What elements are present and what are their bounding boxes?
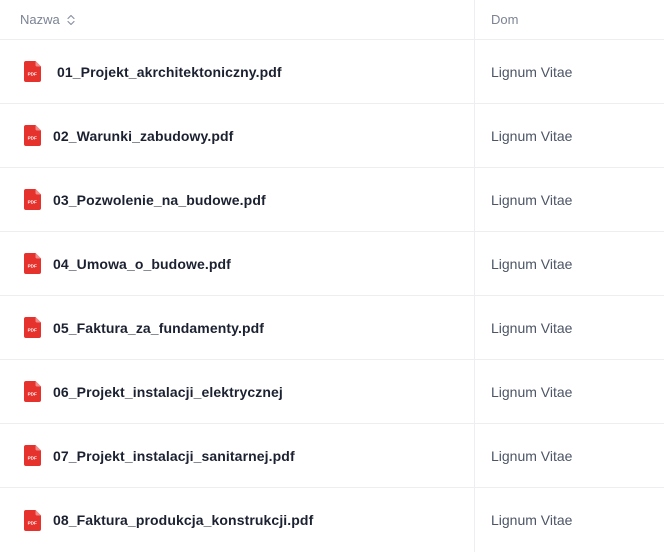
column-header-name[interactable]: Nazwa: [0, 0, 475, 39]
table-row[interactable]: PDF 07_Projekt_instalacji_sanitarnej.pdf L…: [0, 424, 664, 488]
pdf-file-icon: PDF: [24, 189, 41, 210]
svg-text:PDF: PDF: [28, 136, 37, 141]
file-name-cell[interactable]: PDF 05_Faktura_za_fundamenty.pdf: [0, 296, 475, 359]
dom-value: Lignum Vitae: [491, 319, 573, 336]
file-name[interactable]: 08_Faktura_produkcja_konstrukcji.pdf: [53, 512, 313, 528]
dom-cell: Lignum Vitae: [475, 296, 664, 359]
dom-cell: Lignum Vitae: [475, 488, 664, 552]
table-row[interactable]: PDF 05_Faktura_za_fundamenty.pdf Lignum Vi…: [0, 296, 664, 360]
svg-text:PDF: PDF: [28, 72, 37, 77]
table-row[interactable]: PDF 02_Warunki_zabudowy.pdf Lignum Vitae: [0, 104, 664, 168]
file-name-cell[interactable]: PDF 06_Projekt_instalacji_elektrycznej: [0, 360, 475, 423]
dom-value: Lignum Vitae: [491, 191, 573, 208]
dom-cell: Lignum Vitae: [475, 232, 664, 295]
pdf-file-icon: PDF: [24, 125, 41, 146]
file-name-cell[interactable]: PDF 01_Projekt_akrchitektoniczny.pdf: [0, 40, 475, 103]
dom-value: Lignum Vitae: [491, 255, 573, 272]
table-row[interactable]: PDF 01_Projekt_akrchitektoniczny.pdf Lign…: [0, 40, 664, 104]
table-row[interactable]: PDF 06_Projekt_instalacji_elektrycznej Lig…: [0, 360, 664, 424]
dom-cell: Lignum Vitae: [475, 40, 664, 103]
dom-value: Lignum Vitae: [491, 447, 573, 464]
file-name-cell[interactable]: PDF 03_Pozwolenie_na_budowe.pdf: [0, 168, 475, 231]
pdf-file-icon: PDF: [24, 445, 41, 466]
file-name[interactable]: 03_Pozwolenie_na_budowe.pdf: [53, 192, 266, 208]
table-row[interactable]: PDF 08_Faktura_produkcja_konstrukcji.pdf L…: [0, 488, 664, 552]
file-name-cell[interactable]: PDF 07_Projekt_instalacji_sanitarnej.pdf: [0, 424, 475, 487]
svg-text:PDF: PDF: [28, 520, 37, 525]
column-header-dom[interactable]: Dom: [475, 0, 664, 39]
dom-cell: Lignum Vitae: [475, 168, 664, 231]
file-name[interactable]: 06_Projekt_instalacji_elektrycznej: [53, 384, 283, 400]
dom-value: Lignum Vitae: [491, 127, 573, 144]
dom-cell: Lignum Vitae: [475, 104, 664, 167]
table-row[interactable]: PDF 03_Pozwolenie_na_budowe.pdf Lignum Vit…: [0, 168, 664, 232]
pdf-file-icon: PDF: [24, 61, 41, 82]
files-table: Nazwa Dom PDF 01_Projekt_akrchitektonicz…: [0, 0, 664, 558]
svg-text:PDF: PDF: [28, 392, 37, 397]
table-row[interactable]: PDF 04_Umowa_o_budowe.pdf Lignum Vitae: [0, 232, 664, 296]
svg-text:PDF: PDF: [28, 456, 37, 461]
pdf-file-icon: PDF: [24, 317, 41, 338]
sort-updown-icon[interactable]: [67, 14, 75, 26]
column-header-name-label: Nazwa: [20, 12, 60, 27]
file-name-cell[interactable]: PDF 08_Faktura_produkcja_konstrukcji.pdf: [0, 488, 475, 552]
file-name[interactable]: 05_Faktura_za_fundamenty.pdf: [53, 320, 264, 336]
pdf-file-icon: PDF: [24, 381, 41, 402]
table-body: PDF 01_Projekt_akrchitektoniczny.pdf Lign…: [0, 40, 664, 552]
file-name[interactable]: 02_Warunki_zabudowy.pdf: [53, 128, 233, 144]
svg-text:PDF: PDF: [28, 200, 37, 205]
column-header-dom-label: Dom: [491, 12, 519, 27]
dom-cell: Lignum Vitae: [475, 360, 664, 423]
table-header: Nazwa Dom: [0, 0, 664, 40]
file-name[interactable]: 07_Projekt_instalacji_sanitarnej.pdf: [53, 448, 295, 464]
svg-text:PDF: PDF: [28, 328, 37, 333]
svg-text:PDF: PDF: [28, 264, 37, 269]
file-name-cell[interactable]: PDF 04_Umowa_o_budowe.pdf: [0, 232, 475, 295]
dom-cell: Lignum Vitae: [475, 424, 664, 487]
dom-value: Lignum Vitae: [491, 383, 573, 400]
file-name-cell[interactable]: PDF 02_Warunki_zabudowy.pdf: [0, 104, 475, 167]
dom-value: Lignum Vitae: [491, 63, 573, 80]
dom-value: Lignum Vitae: [491, 512, 573, 528]
file-name[interactable]: 01_Projekt_akrchitektoniczny.pdf: [53, 64, 282, 80]
file-name[interactable]: 04_Umowa_o_budowe.pdf: [53, 256, 231, 272]
pdf-file-icon: PDF: [24, 509, 41, 531]
pdf-file-icon: PDF: [24, 253, 41, 274]
